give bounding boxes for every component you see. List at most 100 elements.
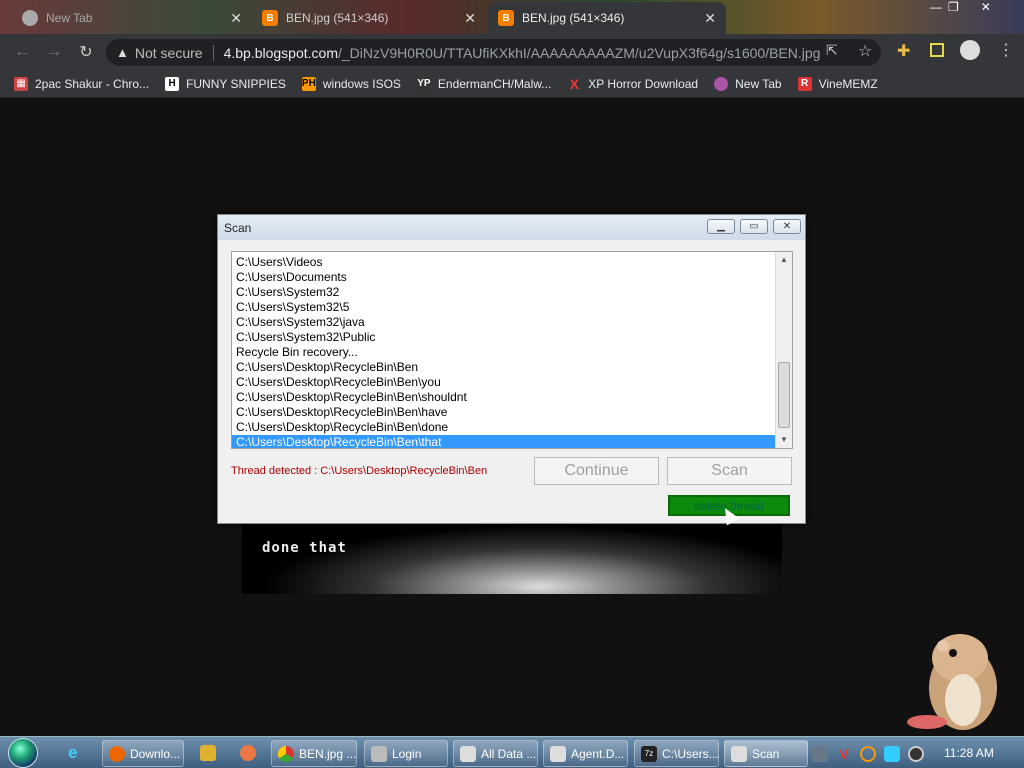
taskbar-item-all-data[interactable]: All Data ...: [453, 740, 538, 767]
vertical-scrollbar[interactable]: ▲ ▼: [775, 252, 792, 448]
taskbar-item-agent[interactable]: Agent.D...: [543, 740, 628, 767]
taskbar-label: BEN.jpg ...: [299, 746, 357, 761]
extensions-icon[interactable]: ✚: [897, 41, 910, 61]
blogger-icon: B: [498, 10, 514, 26]
taskbar-item-7zip[interactable]: 7z C:\Users...: [634, 740, 719, 767]
list-item[interactable]: C:\Users\Documents: [232, 270, 792, 285]
bookmarks-bar: ▦ 2pac Shakur - Chro... H FUNNY SNIPPIES…: [0, 70, 1024, 98]
blogger-icon: B: [262, 10, 278, 26]
bookmark-label: windows ISOS: [322, 76, 401, 91]
taskbar-label: Scan: [752, 746, 780, 761]
list-item[interactable]: C:\Users\Desktop\RecycleBin\Ben\that: [232, 435, 792, 448]
app-icon[interactable]: [240, 745, 256, 761]
continue-button[interactable]: Continue: [534, 457, 659, 485]
bookmark-photo-icon: ▦: [14, 76, 28, 91]
dialog-minimize-icon[interactable]: ▁: [707, 219, 735, 234]
window-icon: [550, 745, 566, 762]
back-arrow-icon[interactable]: ←: [10, 43, 34, 61]
list-items: C:\Users\Videos C:\Users\Documents C:\User…: [232, 252, 792, 448]
menu-kebab-icon[interactable]: ⋮: [998, 40, 1014, 60]
bookmark-star-icon[interactable]: ☆: [858, 41, 872, 61]
windows-taskbar: e Downlo... BEN.jpg ... Login All Data .…: [0, 736, 1024, 768]
tray-volume-icon[interactable]: [908, 745, 924, 762]
taskbar-item-login[interactable]: Login: [364, 740, 448, 767]
tab-label: BEN.jpg (541×346): [522, 11, 625, 25]
scan-results-list[interactable]: C:\Users\Videos C:\Users\Documents C:\User…: [231, 251, 793, 449]
list-item[interactable]: C:\Users\Desktop\RecycleBin\Ben: [232, 360, 792, 375]
close-tab-icon[interactable]: ✕: [704, 10, 716, 27]
bookmark-item[interactable]: YP EndermanCH/Malw...: [416, 76, 552, 91]
share-icon[interactable]: ⇱: [826, 42, 838, 59]
list-item[interactable]: C:\Users\Desktop\RecycleBin\Ben\shouldnt: [232, 390, 792, 405]
scroll-thumb[interactable]: [778, 362, 790, 428]
scroll-down-icon[interactable]: ▼: [776, 432, 792, 448]
security-label: Not secure: [134, 44, 203, 61]
bookmark-h-icon: H: [165, 76, 180, 91]
bookmark-label: 2pac Shakur - Chro...: [35, 76, 150, 91]
internet-explorer-icon[interactable]: e: [68, 743, 77, 763]
dialog-close-icon[interactable]: ✕: [773, 219, 801, 234]
bookmark-ph-icon: PH: [301, 76, 316, 91]
dialog-title: Scan: [224, 220, 252, 235]
taskbar-label: Downlo...: [130, 746, 181, 761]
list-item[interactable]: C:\Users\System32: [232, 285, 792, 300]
browser-toolbar: ← → ↻ ▲ Not secure 4.bp.blogspot.com/_Di…: [0, 34, 1024, 70]
bookmark-item[interactable]: PH windows ISOS: [301, 76, 401, 91]
bookmark-label: New Tab: [735, 76, 782, 91]
bookmark-r-icon: R: [797, 76, 812, 91]
tab-ben-jpg-1[interactable]: B BEN.jpg (541×346) ✕: [252, 2, 486, 34]
bookmark-item[interactable]: New Tab: [714, 76, 782, 91]
tray-app-icon[interactable]: [812, 745, 828, 762]
profile-avatar-icon[interactable]: [960, 40, 980, 60]
browser-tab-strip: New Tab ✕ B BEN.jpg (541×346) ✕ B BEN.jp…: [0, 0, 1024, 34]
forward-arrow-icon[interactable]: →: [42, 43, 66, 61]
list-item[interactable]: C:\Users\System32\5: [232, 300, 792, 315]
taskbar-label: C:\Users...: [662, 746, 719, 761]
window-controls: — ❐ ✕: [930, 0, 991, 18]
tray-v-icon[interactable]: V: [836, 746, 852, 762]
list-item[interactable]: Recycle Bin recovery...: [232, 345, 792, 360]
login-icon: [371, 745, 387, 762]
bookmark-item[interactable]: ▦ 2pac Shakur - Chro...: [14, 76, 150, 91]
list-item[interactable]: C:\Users\Videos: [232, 255, 792, 270]
list-item[interactable]: C:\Users\Desktop\RecycleBin\Ben\have: [232, 405, 792, 420]
tab-new-tab[interactable]: New Tab ✕: [12, 2, 252, 34]
dialog-maximize-icon[interactable]: ▭: [740, 219, 768, 234]
tab-ben-jpg-2[interactable]: B BEN.jpg (541×346) ✕: [488, 2, 726, 34]
list-item[interactable]: C:\Users\System32\Public: [232, 330, 792, 345]
bookmark-item[interactable]: H FUNNY SNIPPIES: [165, 76, 286, 91]
chrome-icon: [278, 745, 294, 762]
start-button[interactable]: [8, 738, 38, 768]
close-window-icon[interactable]: ✕: [981, 0, 991, 18]
close-tab-icon[interactable]: ✕: [230, 10, 242, 27]
bookmark-label: EndermanCH/Malw...: [437, 76, 552, 91]
bookmark-globe-icon: [714, 76, 729, 91]
bookmark-yp-icon: YP: [416, 76, 431, 91]
bookmark-item[interactable]: X XP Horror Download: [567, 76, 699, 92]
close-tab-icon[interactable]: ✕: [464, 10, 476, 27]
image-caption: done that: [262, 540, 347, 556]
tray-search-icon[interactable]: [860, 745, 876, 762]
clock[interactable]: 11:28 AM: [944, 746, 994, 760]
taskbar-item-ben-jpg[interactable]: BEN.jpg ...: [271, 740, 357, 767]
list-item[interactable]: C:\Users\Desktop\RecycleBin\Ben\done: [232, 420, 792, 435]
bookmark-label: FUNNY SNIPPIES: [186, 76, 286, 91]
maximize-icon[interactable]: ❐: [948, 0, 959, 18]
taskbar-item-downloads[interactable]: Downlo...: [102, 740, 184, 767]
bookmark-label: XP Horror Download: [588, 76, 699, 91]
scan-button[interactable]: Scan: [667, 457, 792, 485]
scroll-up-icon[interactable]: ▲: [776, 252, 792, 268]
list-item[interactable]: C:\Users\Desktop\RecycleBin\Ben\you: [232, 375, 792, 390]
window-icon: [731, 745, 747, 762]
taskbar-item-scan[interactable]: Scan: [724, 740, 808, 767]
thread-status: Thread detected : C:\Users\Desktop\Recyc…: [231, 465, 488, 477]
media-player-icon[interactable]: [200, 745, 216, 761]
minimize-icon[interactable]: —: [930, 0, 942, 18]
tab-label: New Tab: [46, 11, 93, 25]
tray-monitor-icon[interactable]: [884, 745, 900, 762]
address-bar[interactable]: ▲ Not secure 4.bp.blogspot.com/_DiNzV9H0…: [106, 39, 881, 66]
sidepanel-icon[interactable]: [930, 43, 944, 57]
reload-icon[interactable]: ↻: [74, 42, 98, 62]
bookmark-item[interactable]: R VineMEMZ: [797, 76, 878, 91]
list-item[interactable]: C:\Users\System32\java: [232, 315, 792, 330]
